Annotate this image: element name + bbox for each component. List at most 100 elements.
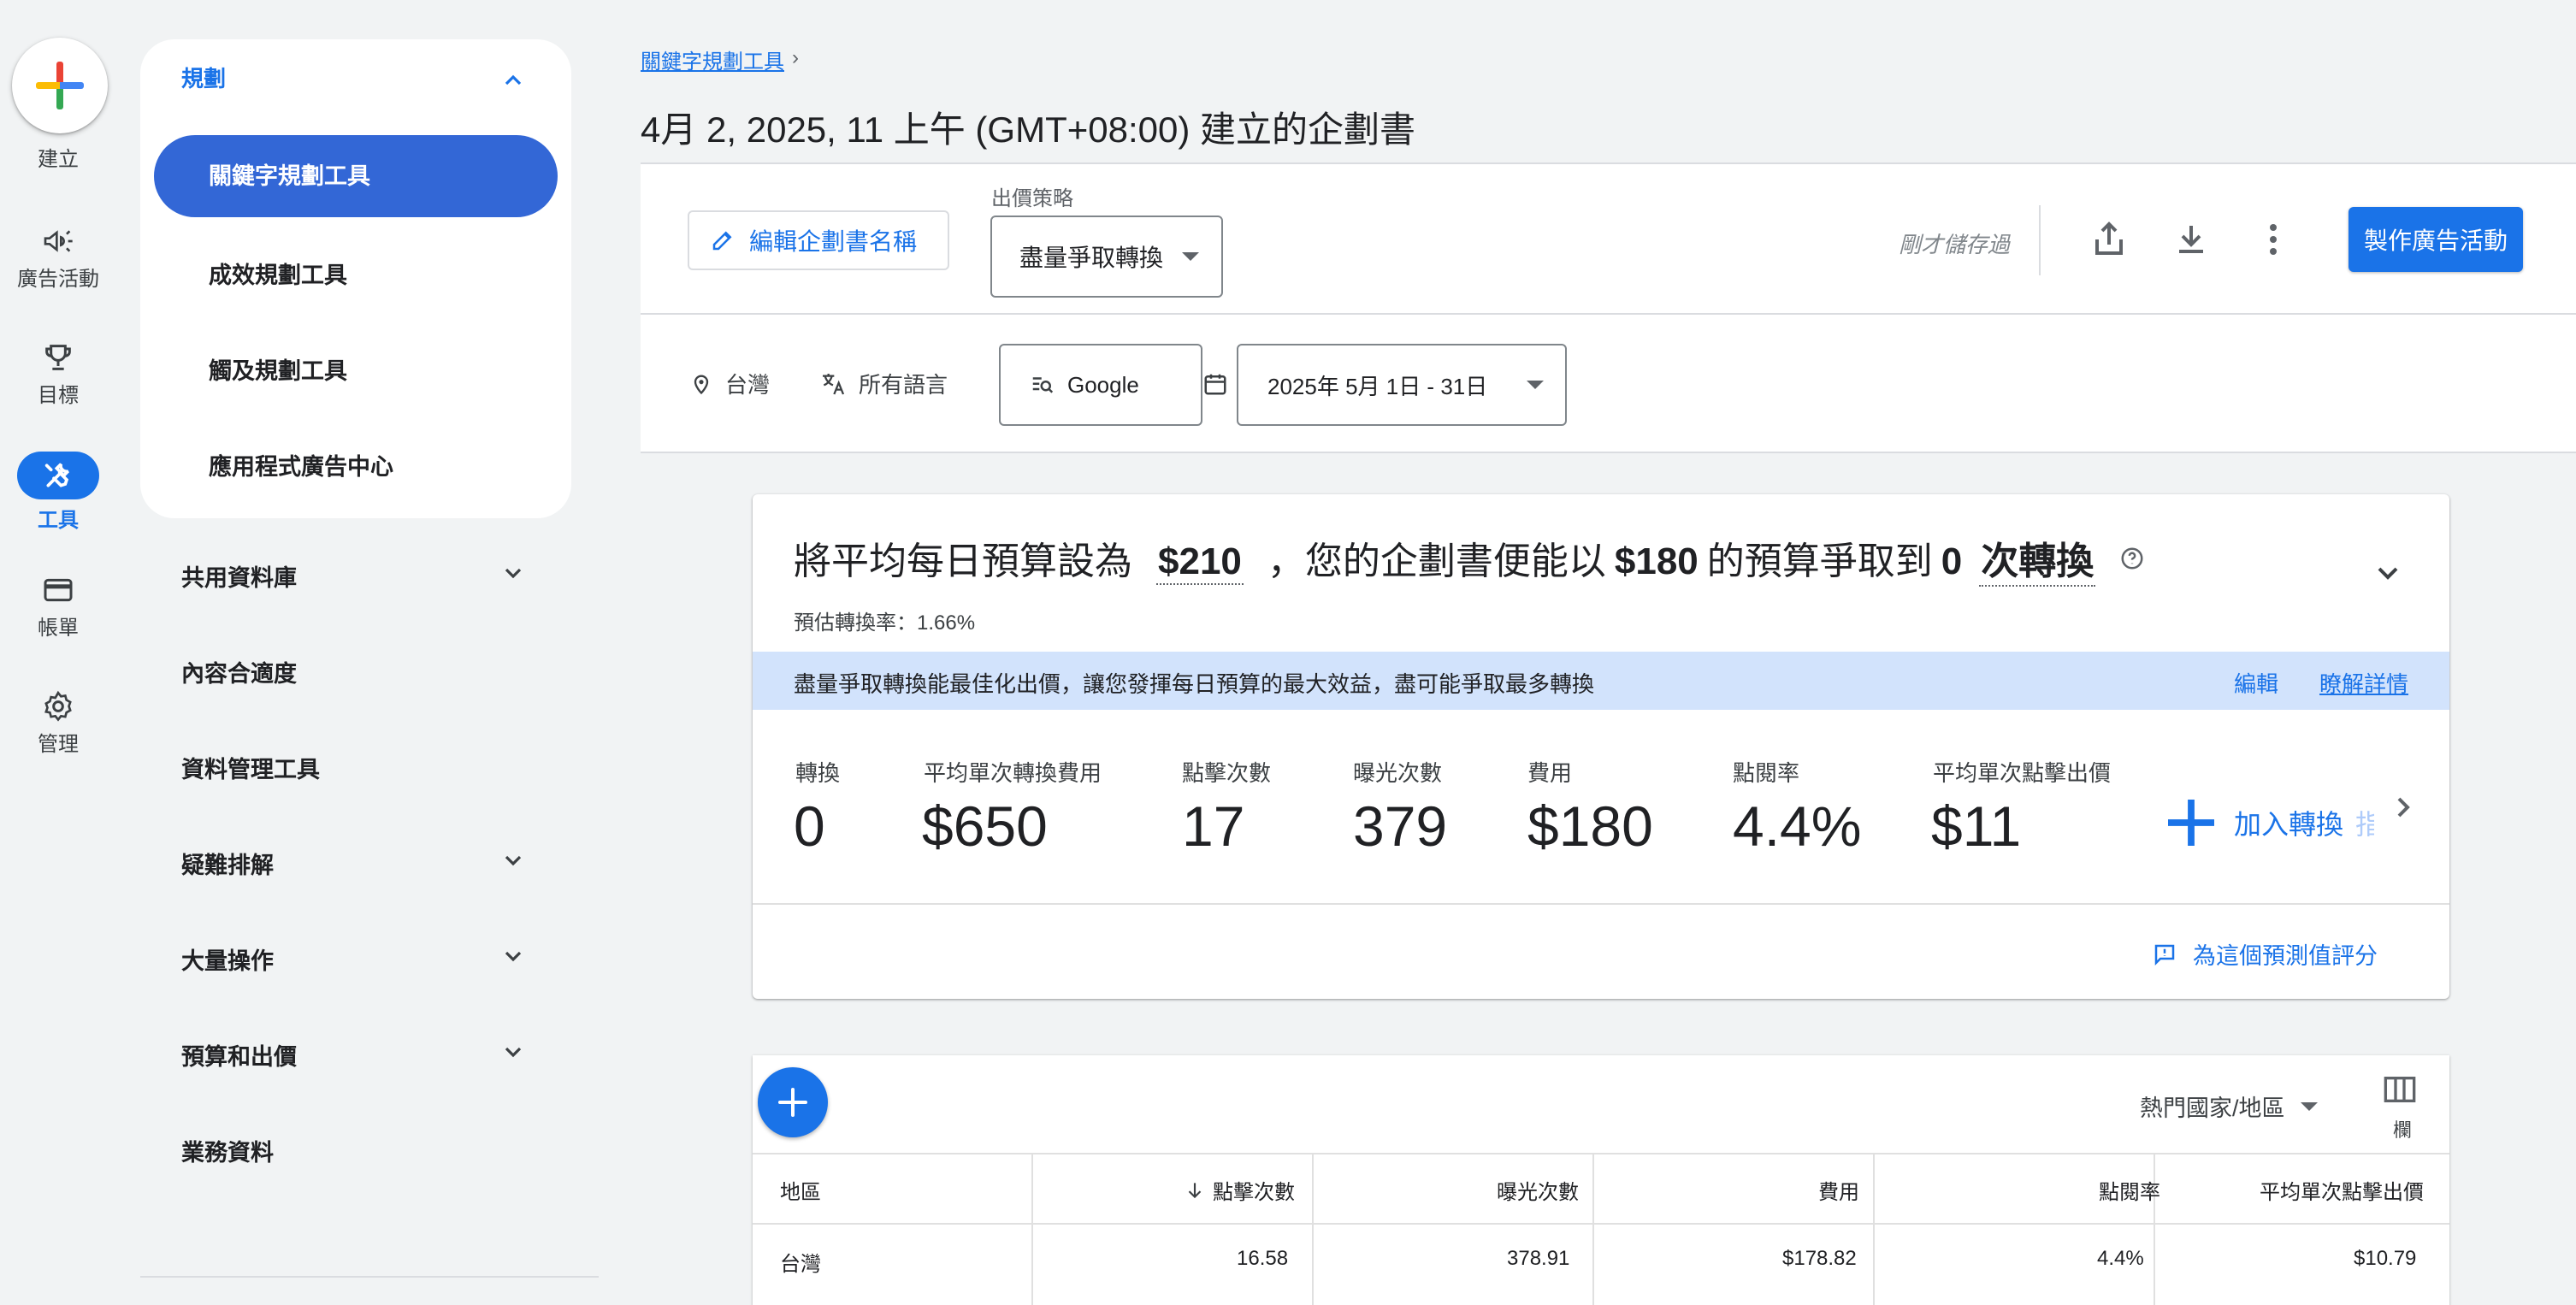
make-campaign-button[interactable]: 製作廣告活動	[2349, 207, 2523, 272]
create-button[interactable]	[12, 38, 108, 133]
rail-item-goals[interactable]: 目標	[0, 340, 116, 408]
left-rail: 建立 廣告活動 目標 工具 帳單 管理	[0, 0, 120, 1305]
rail-item-billing[interactable]: 帳單	[0, 573, 116, 641]
nav-item-data-manager[interactable]: 資料管理工具	[181, 751, 320, 784]
rail-create-label-wrap[interactable]: 建立	[0, 139, 116, 172]
column-header-clicks[interactable]: 點擊次數	[1184, 1175, 1295, 1205]
table-cell-ctr: 4.4%	[2097, 1247, 2144, 1270]
add-conversion-label: 加入轉換	[2234, 809, 2344, 840]
planning-card	[140, 39, 571, 518]
rail-label: 廣告活動	[17, 268, 99, 291]
nav-section-planning[interactable]: 規劃	[181, 62, 226, 93]
column-header-ctr[interactable]: 點閱率	[2099, 1175, 2160, 1205]
nav-sub-performance-planner[interactable]: 成效規劃工具	[209, 257, 347, 290]
rate-forecast-button[interactable]: 為這個預測值評分	[2152, 937, 2378, 971]
bid-strategy-select[interactable]: 盡量爭取轉換	[990, 216, 1223, 298]
rail-item-campaigns[interactable]: 廣告活動	[0, 224, 116, 292]
add-conversion-metric-button[interactable]: 加入轉換指標	[2160, 792, 2374, 853]
share-icon[interactable]	[2089, 219, 2130, 260]
rail-create-label: 建立	[38, 148, 79, 171]
chevron-down-icon[interactable]	[499, 847, 527, 874]
breadcrumb-link[interactable]: 關鍵字規劃工具	[641, 44, 784, 74]
language-filter[interactable]: 所有語言	[819, 368, 948, 399]
more-vert-icon[interactable]	[2253, 219, 2294, 260]
nav-item-troubleshooting[interactable]: 疑難排解	[181, 847, 274, 880]
caret-down-icon	[2300, 1101, 2318, 1111]
search-list-icon	[1032, 377, 1054, 393]
metric-label: 平均單次轉換費用	[924, 760, 1102, 786]
edit-plan-name-label: 編輯企劃書名稱	[749, 228, 918, 255]
columns-icon[interactable]	[2383, 1074, 2417, 1105]
headline-part-3: 的預算爭取到	[1706, 540, 1933, 582]
download-icon[interactable]	[2171, 219, 2212, 260]
rail-item-admin[interactable]: 管理	[0, 689, 116, 757]
chevron-right-icon[interactable]	[2386, 790, 2420, 824]
nav-divider	[140, 1276, 599, 1278]
calendar-icon[interactable]	[1202, 369, 1228, 399]
forecast-headline: 將平均每日預算設為 $210 ，您的企劃書便能以 $180 的預算爭取到 0 次…	[794, 530, 2145, 587]
estimated-conversion-rate: 預估轉換率：1.66%	[794, 611, 976, 635]
column-header-avg-cpc[interactable]: 平均單次點擊出價	[2260, 1175, 2424, 1205]
column-header-region[interactable]: 地區	[780, 1175, 821, 1205]
metric-value: 0	[794, 794, 825, 858]
page-title: 4月 2, 2025, 11 上午 (GMT+08:00) 建立的企劃書	[641, 109, 1416, 150]
rail-item-tools[interactable]: 工具	[0, 452, 116, 533]
metric-label: 費用	[1527, 760, 1573, 786]
tools-icon	[17, 452, 99, 499]
rail-label: 目標	[38, 384, 79, 407]
language-value: 所有語言	[859, 372, 948, 398]
help-icon[interactable]	[2119, 546, 2145, 571]
nav-item-content-suitability[interactable]: 內容合適度	[181, 655, 297, 688]
bid-strategy-value: 盡量爭取轉換	[1019, 245, 1164, 271]
nav-item-shared-library[interactable]: 共用資料庫	[181, 559, 297, 593]
conversions-value: 0	[1941, 540, 1963, 582]
country-segment-select[interactable]: 熱門國家/地區	[2140, 1089, 2318, 1123]
metric-label: 平均單次點擊出價	[1933, 760, 2112, 786]
location-filter[interactable]: 台灣	[689, 368, 770, 399]
edit-link[interactable]: 編輯	[2234, 667, 2278, 699]
network-select[interactable]: Google	[999, 344, 1202, 426]
caret-down-icon	[1182, 252, 1200, 261]
nav-sub-keyword-planner[interactable]: 關鍵字規劃工具	[154, 135, 558, 217]
columns-label: 欄	[2393, 1119, 2413, 1141]
metric-label: 點擊次數	[1182, 760, 1272, 786]
gear-icon	[34, 689, 82, 723]
nav-item-budgets-bids[interactable]: 預算和出價	[181, 1038, 297, 1072]
column-header-cost[interactable]: 費用	[1818, 1175, 1859, 1205]
rail-label: 管理	[38, 733, 79, 756]
nav-sub-app-center[interactable]: 應用程式廣告中心	[209, 448, 393, 481]
chevron-up-icon[interactable]	[499, 67, 527, 94]
add-conversion-label-faded: 指標	[2355, 809, 2374, 840]
column-header-impressions[interactable]: 曝光次數	[1497, 1175, 1579, 1205]
chevron-down-icon[interactable]	[499, 559, 527, 587]
country-segment-value: 熱門國家/地區	[2140, 1095, 2285, 1121]
metric-value: $650	[922, 794, 1048, 858]
nav-item-bulk-actions[interactable]: 大量操作	[181, 942, 274, 976]
column-header-clicks-label: 點擊次數	[1213, 1181, 1295, 1204]
table-header-row	[753, 1153, 2449, 1225]
daily-budget-value[interactable]: $210	[1156, 540, 1244, 585]
bid-strategy-label: 出價策略	[991, 187, 1073, 210]
headline-part-2: ，您的企劃書便能以	[1267, 540, 1606, 582]
location-value: 台灣	[725, 372, 771, 398]
date-range-value: 2025年 5月 1日 - 31日	[1267, 373, 1488, 399]
add-location-button[interactable]	[758, 1067, 828, 1137]
chevron-down-icon[interactable]	[2371, 556, 2405, 590]
metric-value: 379	[1353, 794, 1448, 858]
learn-more-link[interactable]: 瞭解詳情	[2319, 667, 2408, 699]
metric-label: 曝光次數	[1353, 760, 1443, 786]
nav-item-business-data[interactable]: 業務資料	[181, 1134, 274, 1167]
date-range-select[interactable]: 2025年 5月 1日 - 31日	[1237, 344, 1567, 426]
chevron-right-icon: ›	[792, 46, 799, 69]
conversion-metric-select[interactable]: 次轉換	[1979, 530, 2096, 587]
megaphone-icon	[34, 224, 82, 258]
edit-plan-name-button[interactable]: 編輯企劃書名稱	[688, 210, 949, 270]
card-divider	[753, 903, 2449, 905]
table-cell-clicks: 16.58	[1237, 1247, 1289, 1270]
chevron-down-icon[interactable]	[499, 1038, 527, 1066]
spend-value: $180	[1614, 540, 1699, 582]
chevron-down-icon[interactable]	[499, 942, 527, 970]
feedback-icon	[2154, 944, 2175, 965]
nav-sub-reach-planner[interactable]: 觸及規劃工具	[209, 352, 347, 386]
trophy-icon	[34, 340, 82, 375]
